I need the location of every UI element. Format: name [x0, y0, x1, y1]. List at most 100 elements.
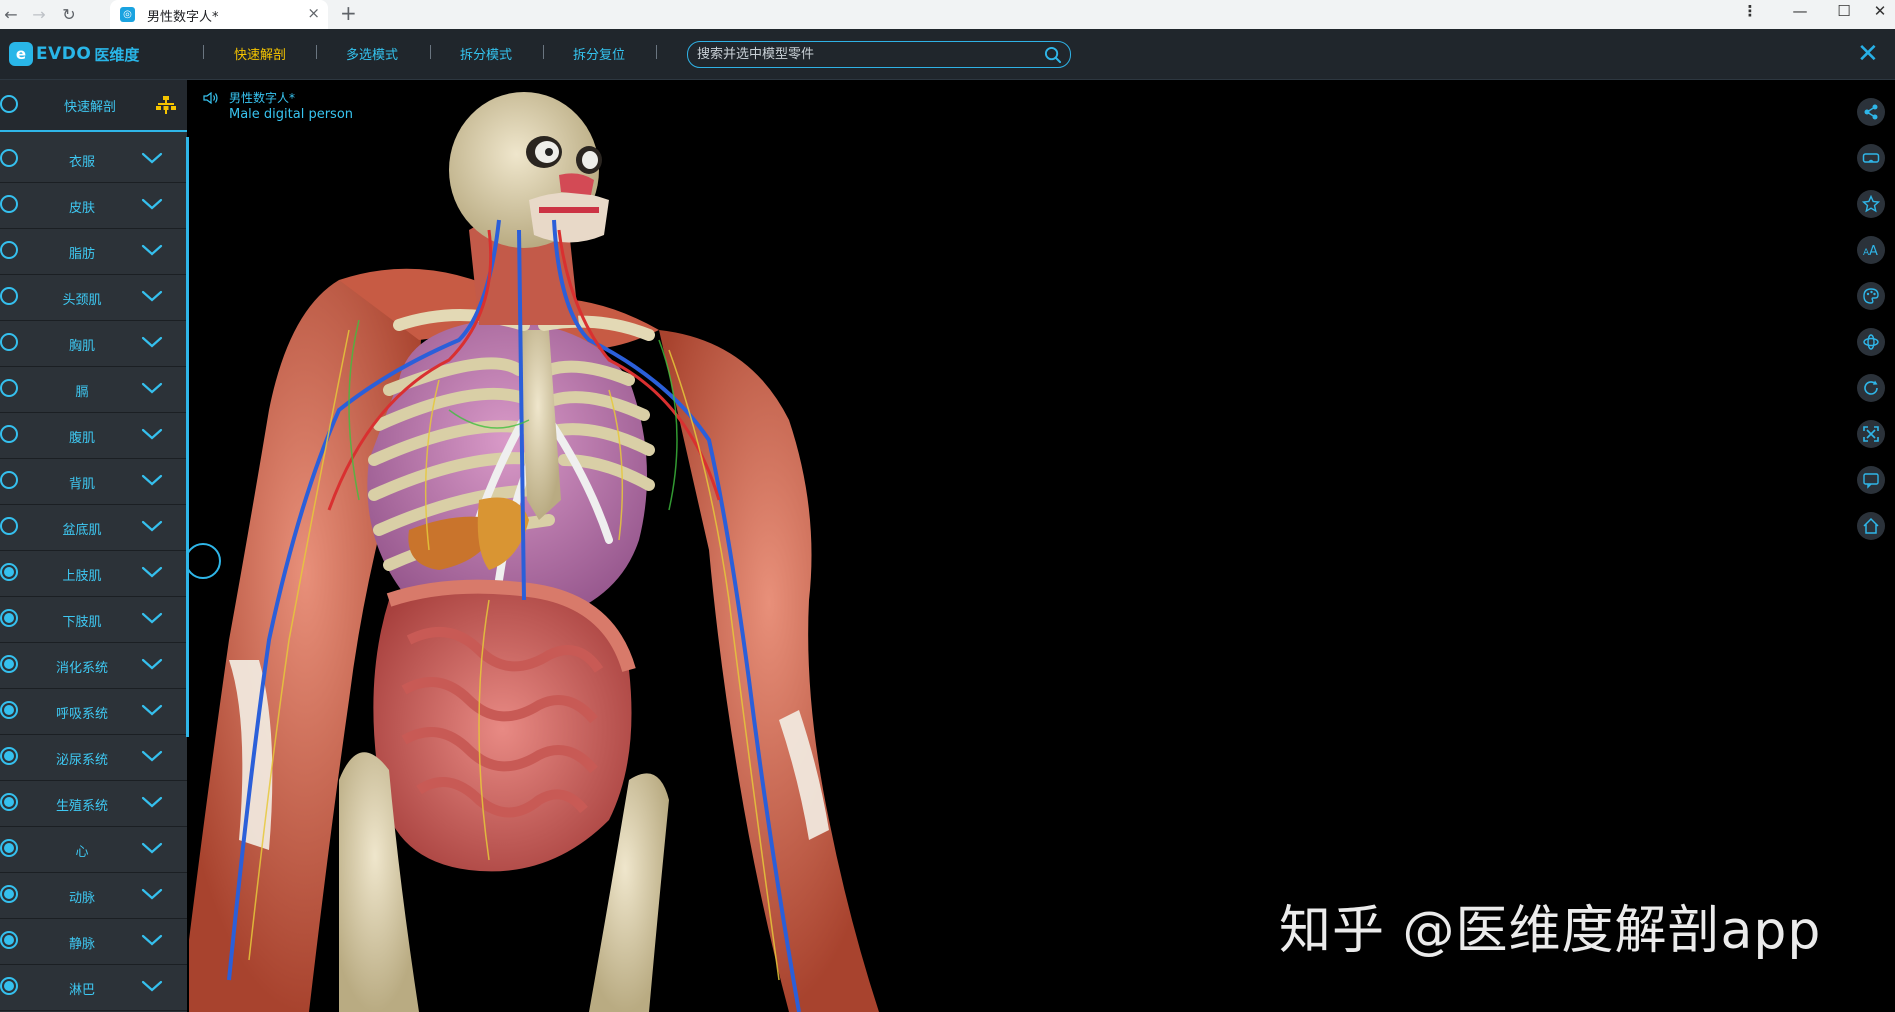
- layer-visibility-radio[interactable]: [0, 793, 18, 811]
- app-logo: e EVDO 医维度: [9, 39, 139, 69]
- comment-icon[interactable]: [1857, 466, 1885, 494]
- layer-label: 心: [75, 845, 89, 860]
- chevron-down-icon[interactable]: [141, 243, 163, 257]
- layer-visibility-radio[interactable]: [0, 241, 18, 259]
- layer-item[interactable]: 脂肪: [0, 229, 187, 275]
- chevron-down-icon[interactable]: [141, 933, 163, 947]
- chevron-down-icon[interactable]: [141, 657, 163, 671]
- chevron-down-icon[interactable]: [141, 887, 163, 901]
- layer-visibility-radio[interactable]: [0, 333, 18, 351]
- layer-item[interactable]: 背肌: [0, 459, 187, 505]
- tree-structure-icon[interactable]: [155, 94, 177, 116]
- chevron-down-icon[interactable]: [141, 519, 163, 533]
- layer-item[interactable]: 皮肤: [0, 183, 187, 229]
- vr-glasses-icon[interactable]: [1857, 144, 1885, 172]
- layer-visibility-radio[interactable]: [0, 701, 18, 719]
- layer-visibility-radio[interactable]: [0, 471, 18, 489]
- share-icon[interactable]: [1857, 98, 1885, 126]
- layer-item[interactable]: 呼吸系统: [0, 689, 187, 735]
- layer-item[interactable]: 消化系统: [0, 643, 187, 689]
- select-all-radio[interactable]: [0, 95, 18, 113]
- search-icon[interactable]: [1044, 46, 1061, 63]
- chevron-down-icon[interactable]: [141, 795, 163, 809]
- layer-label: 脂肪: [68, 247, 95, 262]
- mode-quick-anatomy[interactable]: 快速解剖: [234, 44, 286, 63]
- minimize-icon[interactable]: —: [1785, 2, 1815, 20]
- layer-visibility-radio[interactable]: [0, 563, 18, 581]
- tab-title: 男性数字人*: [147, 10, 219, 25]
- tab-close-icon[interactable]: ×: [307, 4, 320, 22]
- chevron-down-icon[interactable]: [141, 151, 163, 165]
- layer-label: 淋巴: [68, 983, 95, 998]
- layer-item[interactable]: 衣服: [0, 137, 187, 183]
- chevron-down-icon[interactable]: [141, 381, 163, 395]
- chevron-down-icon[interactable]: [141, 335, 163, 349]
- mode-split-reset[interactable]: 拆分复位: [573, 44, 625, 63]
- layer-visibility-radio[interactable]: [0, 517, 18, 535]
- layer-visibility-radio[interactable]: [0, 609, 18, 627]
- reload-icon[interactable]: ↻: [58, 4, 80, 26]
- layer-label: 下肢肌: [62, 615, 102, 630]
- chevron-down-icon[interactable]: [141, 289, 163, 303]
- browser-tab[interactable]: ◎ 男性数字人* ×: [110, 0, 328, 29]
- chevron-down-icon[interactable]: [141, 611, 163, 625]
- new-tab-icon[interactable]: +: [340, 1, 357, 25]
- layer-visibility-radio[interactable]: [0, 747, 18, 765]
- layer-label: 呼吸系统: [55, 707, 108, 722]
- fullscreen-icon[interactable]: [1857, 420, 1885, 448]
- font-size-icon[interactable]: AA: [1857, 236, 1885, 264]
- layer-visibility-radio[interactable]: [0, 655, 18, 673]
- mode-split[interactable]: 拆分模式: [460, 44, 512, 63]
- chevron-down-icon[interactable]: [141, 197, 163, 211]
- anatomy-model-render[interactable]: [189, 80, 1895, 1012]
- layer-visibility-radio[interactable]: [0, 425, 18, 443]
- layer-item[interactable]: 腹肌: [0, 413, 187, 459]
- layer-item[interactable]: 淋巴: [0, 965, 187, 1011]
- layer-visibility-radio[interactable]: [0, 149, 18, 167]
- star-icon[interactable]: [1857, 190, 1885, 218]
- forward-icon[interactable]: →: [28, 4, 50, 26]
- browser-menu-icon[interactable]: ⋮: [1735, 2, 1765, 20]
- chevron-down-icon[interactable]: [141, 703, 163, 717]
- 3d-viewport[interactable]: 男性数字人* Male digital person 知乎 @医维度解剖app …: [189, 80, 1895, 1012]
- layer-item[interactable]: 盆底肌: [0, 505, 187, 551]
- layer-item[interactable]: 头颈肌: [0, 275, 187, 321]
- home-icon[interactable]: [1857, 512, 1885, 540]
- logo-text-cn: 医维度: [94, 45, 140, 64]
- chevron-down-icon[interactable]: [141, 841, 163, 855]
- layer-label: 腹肌: [68, 431, 95, 446]
- close-icon[interactable]: ✕: [1857, 39, 1879, 69]
- layer-item[interactable]: 上肢肌: [0, 551, 187, 597]
- layer-visibility-radio[interactable]: [0, 977, 18, 995]
- search-input[interactable]: [697, 45, 1027, 63]
- layer-item[interactable]: 胸肌: [0, 321, 187, 367]
- refresh-icon[interactable]: [1857, 374, 1885, 402]
- layer-item[interactable]: 下肢肌: [0, 597, 187, 643]
- layer-item[interactable]: 动脉: [0, 873, 187, 919]
- palette-icon[interactable]: [1857, 282, 1885, 310]
- chevron-down-icon[interactable]: [141, 427, 163, 441]
- divider: [316, 45, 317, 59]
- layer-item[interactable]: 心: [0, 827, 187, 873]
- layer-item[interactable]: 生殖系统: [0, 781, 187, 827]
- layer-visibility-radio[interactable]: [0, 931, 18, 949]
- layer-visibility-radio[interactable]: [0, 195, 18, 213]
- logo-text: EVDO: [36, 44, 92, 64]
- layer-item[interactable]: 膈: [0, 367, 187, 413]
- chevron-down-icon[interactable]: [141, 473, 163, 487]
- layer-visibility-radio[interactable]: [0, 885, 18, 903]
- chevron-down-icon[interactable]: [141, 749, 163, 763]
- layer-item[interactable]: 静脉: [0, 919, 187, 965]
- mode-multi-select[interactable]: 多选模式: [346, 44, 398, 63]
- rotate-3d-icon[interactable]: [1857, 328, 1885, 356]
- divider: [656, 45, 657, 59]
- chevron-down-icon[interactable]: [141, 979, 163, 993]
- maximize-icon[interactable]: ☐: [1829, 2, 1859, 20]
- chevron-down-icon[interactable]: [141, 565, 163, 579]
- back-icon[interactable]: ←: [0, 4, 22, 26]
- layer-item[interactable]: 泌尿系统: [0, 735, 187, 781]
- layer-visibility-radio[interactable]: [0, 839, 18, 857]
- layer-visibility-radio[interactable]: [0, 287, 18, 305]
- layer-visibility-radio[interactable]: [0, 379, 18, 397]
- window-close-icon[interactable]: ✕: [1865, 2, 1895, 20]
